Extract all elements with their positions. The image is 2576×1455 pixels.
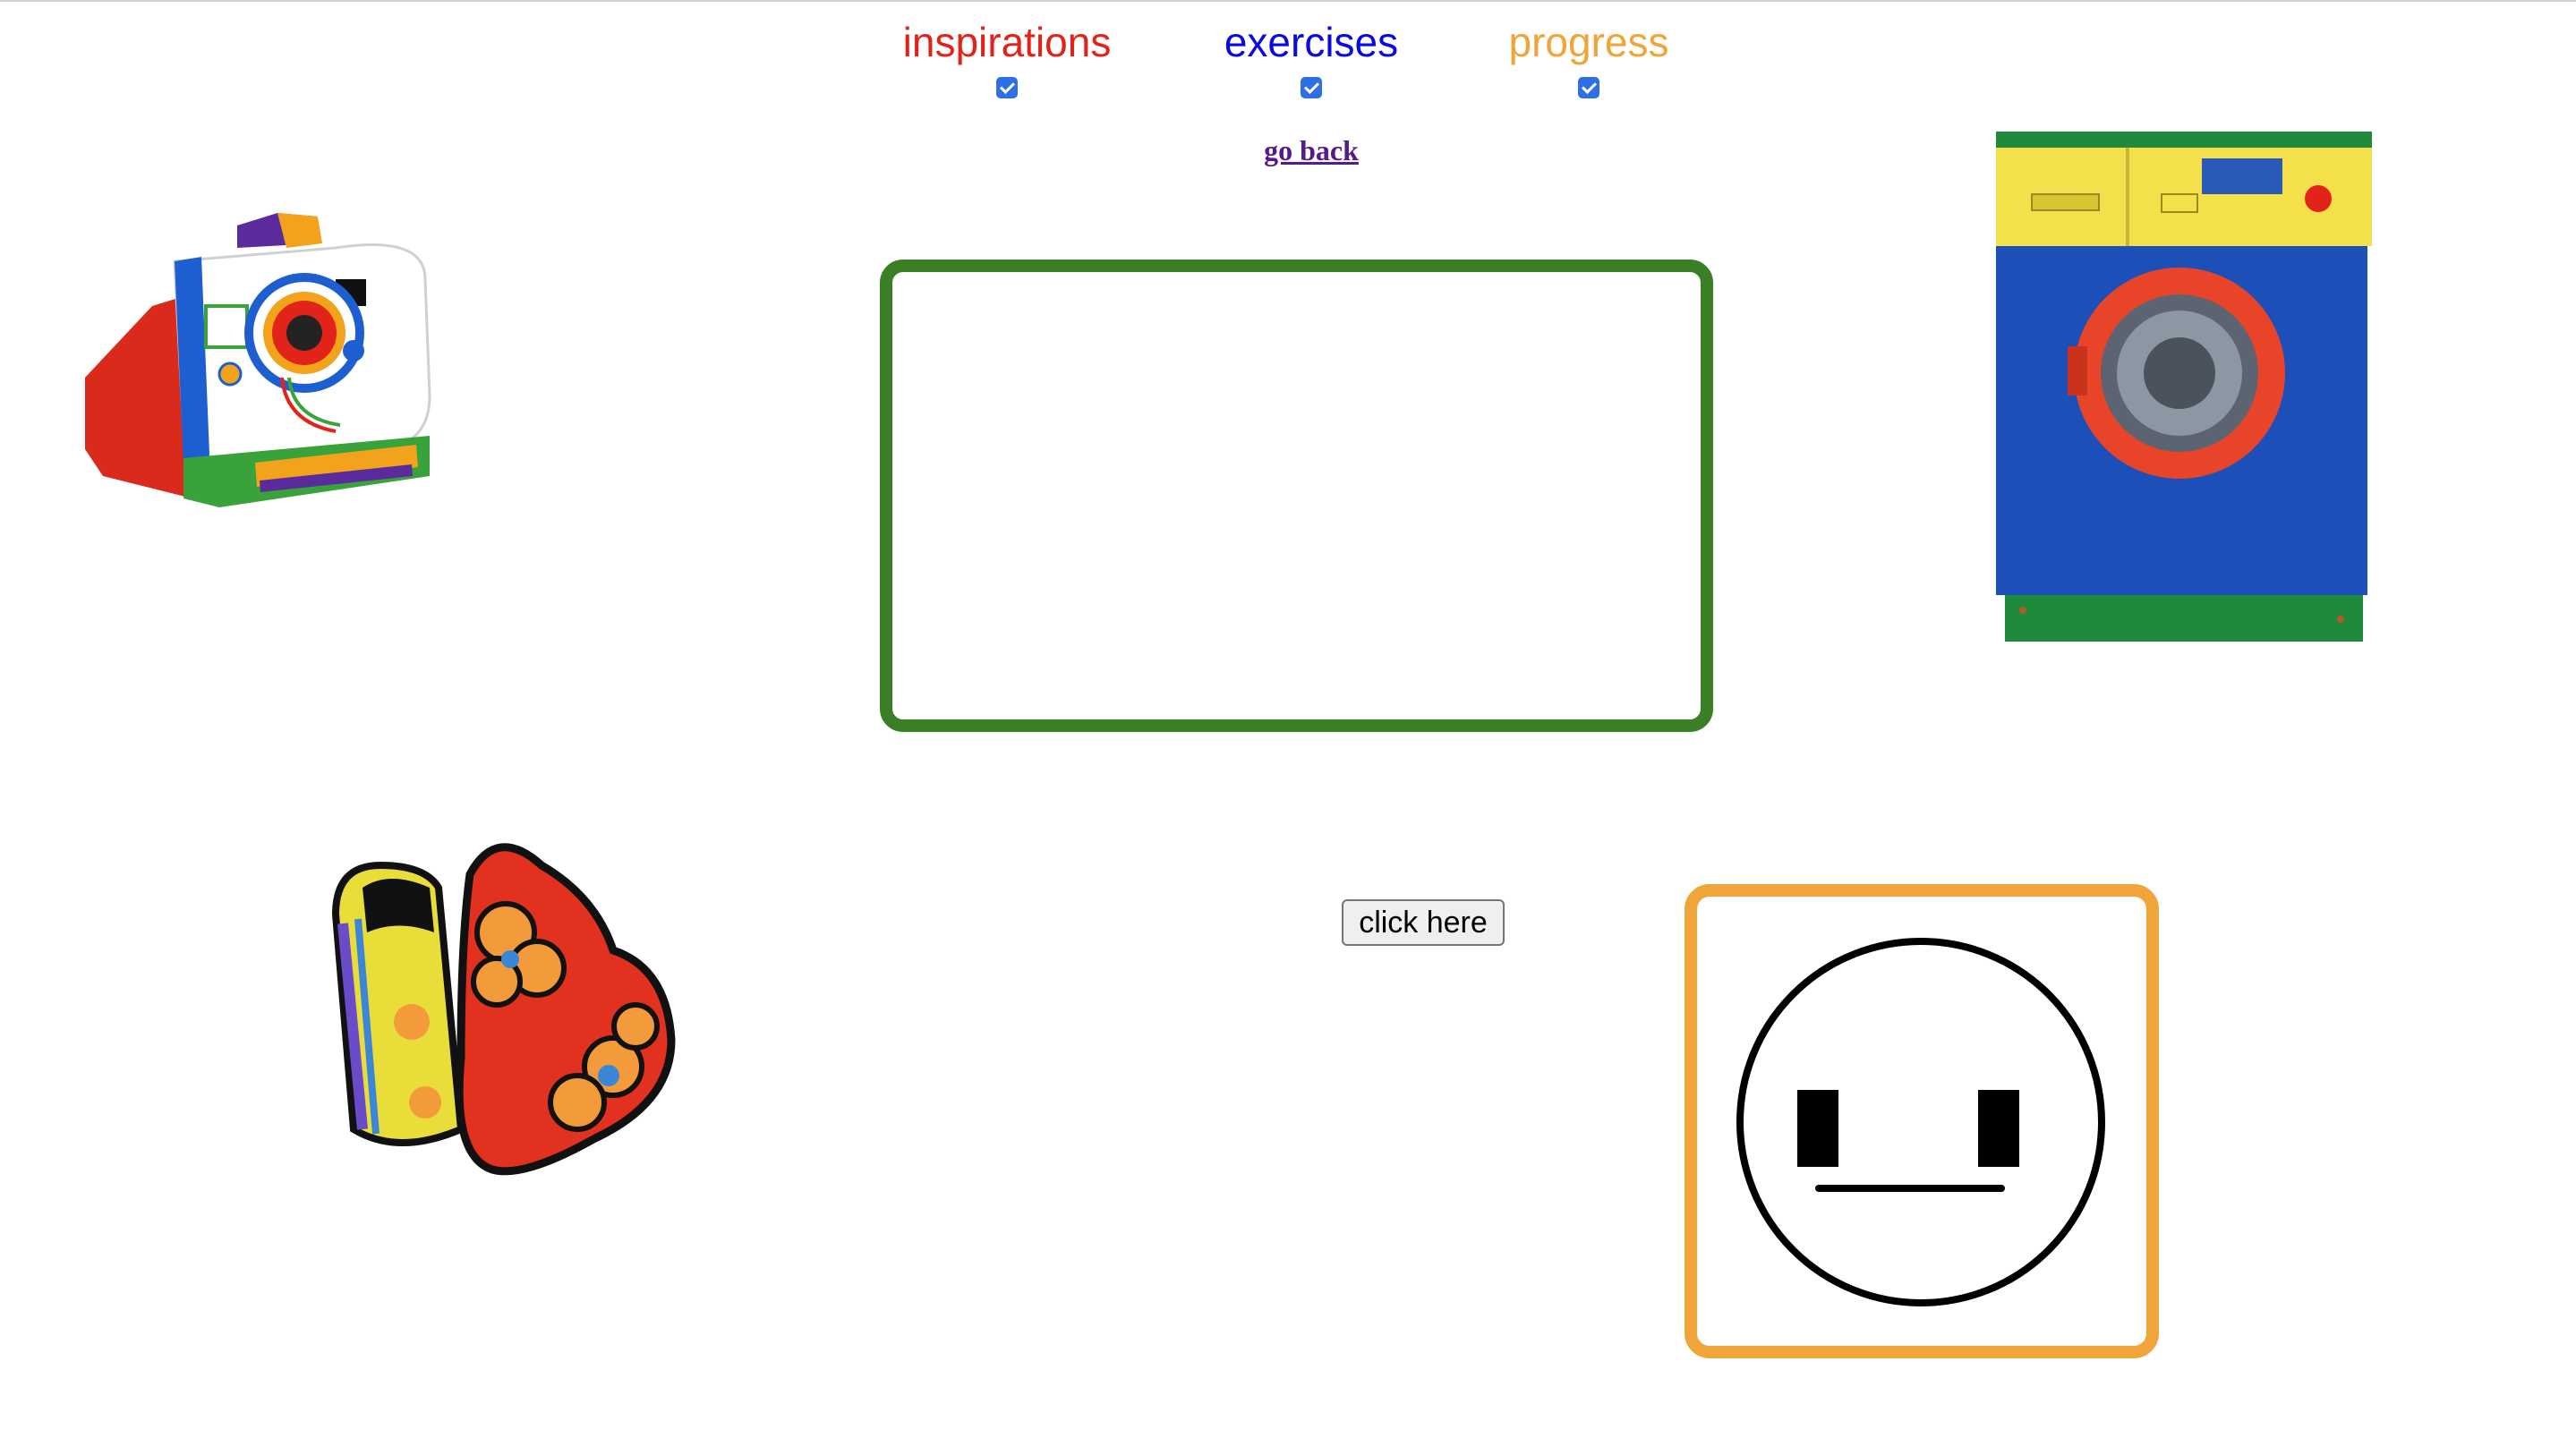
nav-item-exercises[interactable]: exercises <box>1199 14 1423 98</box>
go-back-link[interactable]: go back <box>1253 134 1369 167</box>
nav-item-progress[interactable]: progress <box>1477 14 1701 98</box>
instant-camera-image <box>85 213 431 507</box>
click-here-button[interactable]: click here <box>1342 899 1505 946</box>
progress-checkbox[interactable] <box>1578 77 1599 98</box>
heart-box-image <box>331 843 676 1176</box>
face-box <box>1685 884 2159 1358</box>
green-content-box <box>880 260 1713 732</box>
nav-label-exercises[interactable]: exercises <box>1199 14 1423 70</box>
neutral-face-icon <box>1736 938 2105 1306</box>
inspirations-checkbox[interactable] <box>996 77 1018 98</box>
nav-item-inspirations[interactable]: inspirations <box>895 14 1119 98</box>
nav-label-progress[interactable]: progress <box>1477 14 1701 70</box>
exercises-checkbox[interactable] <box>1301 77 1322 98</box>
washing-machine-image <box>1996 132 2372 642</box>
nav-label-inspirations[interactable]: inspirations <box>895 14 1119 70</box>
